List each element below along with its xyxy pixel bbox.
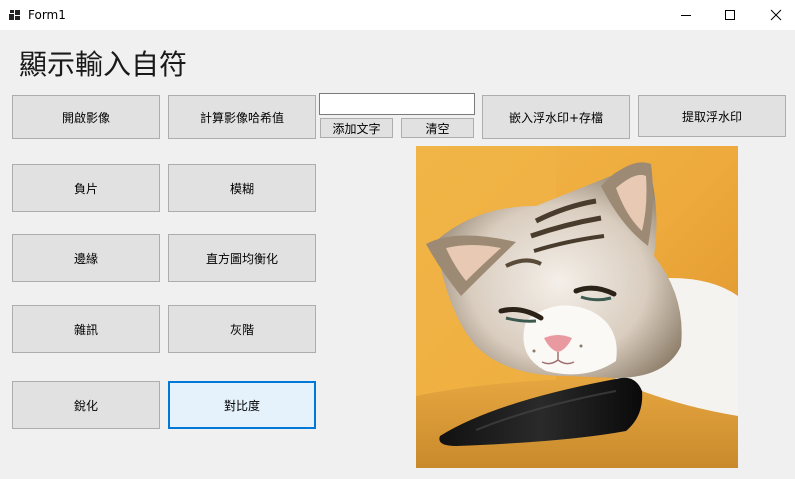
grayscale-button[interactable]: 灰階 bbox=[168, 305, 316, 353]
maximize-icon bbox=[725, 10, 735, 20]
minimize-button[interactable] bbox=[663, 0, 709, 30]
open-image-button[interactable]: 開啟影像 bbox=[12, 95, 160, 139]
contrast-button[interactable]: 對比度 bbox=[168, 381, 316, 429]
image-preview bbox=[416, 146, 738, 468]
negative-button[interactable]: 負片 bbox=[12, 164, 160, 212]
close-button[interactable] bbox=[753, 0, 795, 30]
text-input[interactable] bbox=[319, 93, 475, 115]
blur-button[interactable]: 模糊 bbox=[168, 164, 316, 212]
clear-button[interactable]: 清空 bbox=[401, 118, 474, 138]
compute-hash-button[interactable]: 計算影像哈希值 bbox=[168, 95, 316, 139]
form-window: Form1 顯示輸入自符 開啟影像 計算影像哈希值 添加文字 清空 嵌入浮水印+… bbox=[0, 0, 795, 479]
noise-button[interactable]: 雜訊 bbox=[12, 305, 160, 353]
histogram-equalization-button[interactable]: 直方圖均衡化 bbox=[168, 234, 316, 282]
edge-button[interactable]: 邊緣 bbox=[12, 234, 160, 282]
app-window-icon bbox=[9, 10, 20, 20]
window-title: Form1 bbox=[28, 8, 66, 22]
display-label: 顯示輸入自符 bbox=[19, 48, 188, 81]
close-icon bbox=[770, 9, 782, 21]
add-text-button[interactable]: 添加文字 bbox=[320, 118, 393, 138]
title-bar[interactable]: Form1 bbox=[0, 0, 795, 30]
maximize-button[interactable] bbox=[707, 0, 753, 30]
embed-watermark-button[interactable]: 嵌入浮水印+存檔 bbox=[482, 95, 630, 139]
sharpen-button[interactable]: 銳化 bbox=[12, 381, 160, 429]
extract-watermark-button[interactable]: 提取浮水印 bbox=[638, 95, 786, 137]
minimize-icon bbox=[681, 15, 691, 16]
